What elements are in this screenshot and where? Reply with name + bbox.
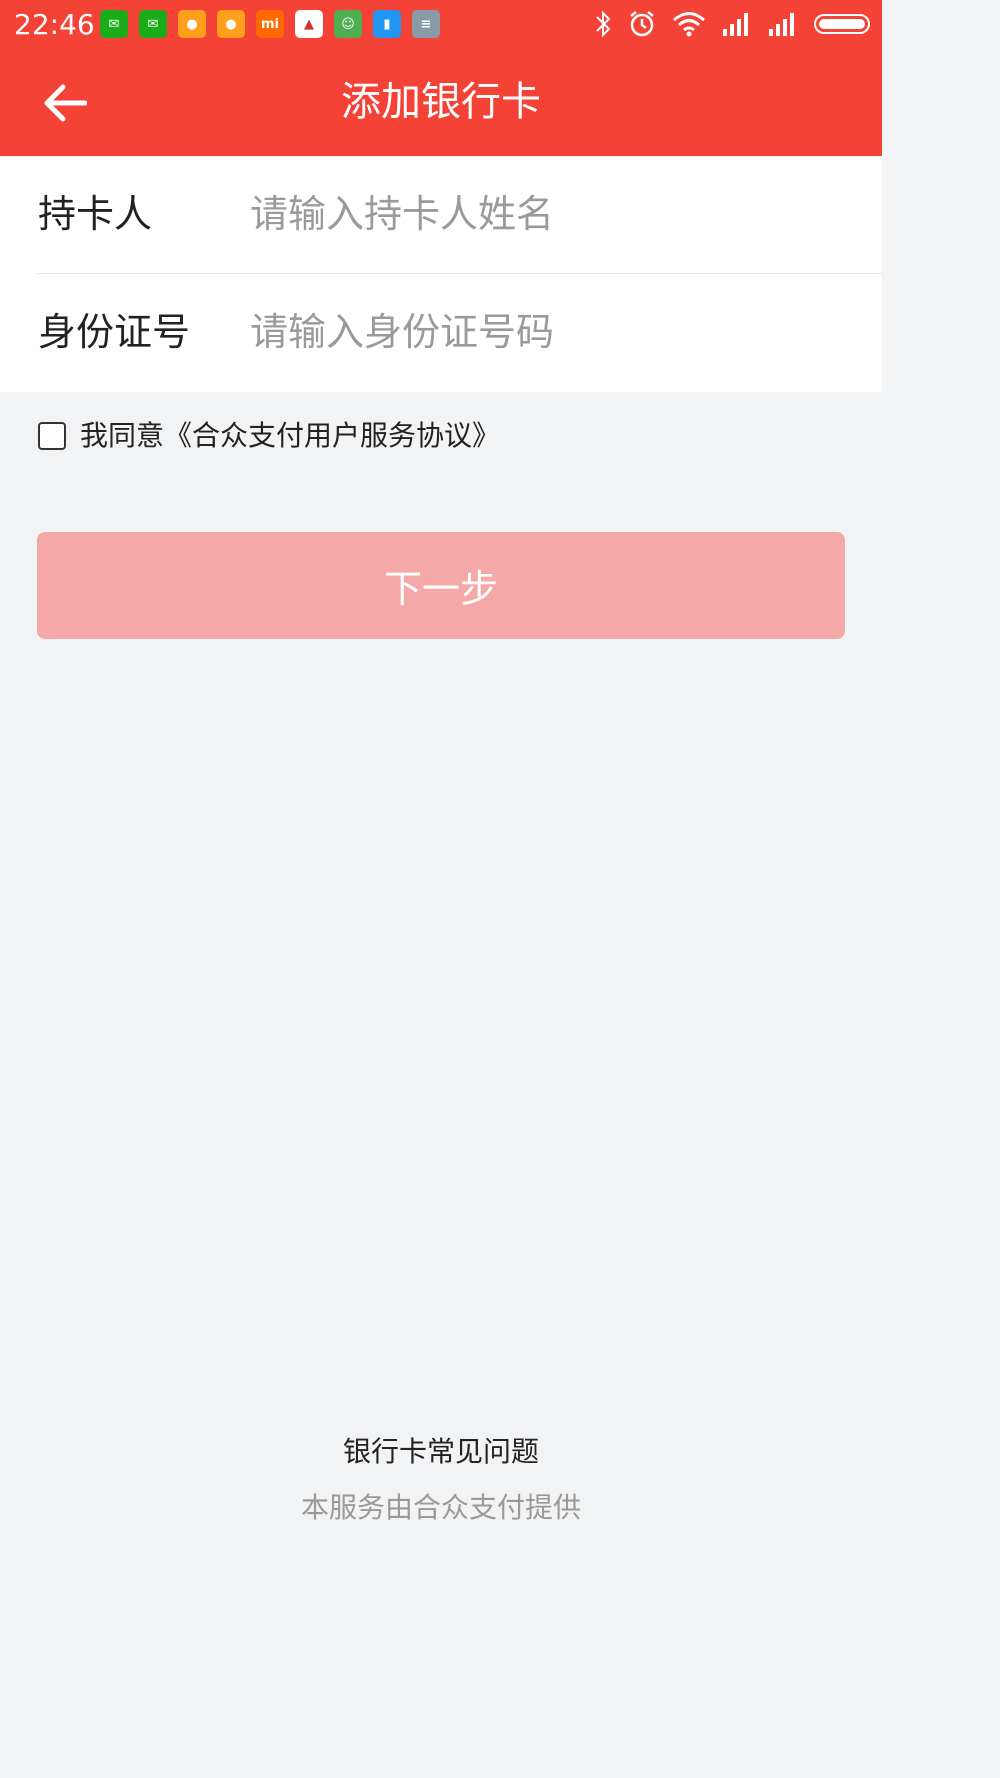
cardholder-label: 持卡人	[38, 192, 153, 236]
mi-icon: mi	[256, 10, 284, 38]
bluetooth-icon	[596, 10, 611, 38]
signal-icon	[769, 13, 794, 36]
signal-icon	[723, 13, 748, 36]
cardholder-row: 持卡人	[0, 156, 882, 274]
agreement-link[interactable]: 我同意《合众支付用户服务协议》	[80, 418, 500, 454]
battery-icon	[814, 14, 870, 34]
wechat-icon: ✉	[139, 10, 167, 38]
triangle-app-icon: ▲	[295, 10, 323, 38]
notification-icons: ✉ ✉ ● ● mi ▲ ☺ ▮ ≡	[100, 10, 440, 38]
nav-bar: 添加银行卡	[0, 50, 882, 156]
storage-icon: ≡	[412, 10, 440, 38]
card-form: 持卡人 身份证号	[0, 156, 882, 392]
android-icon: ☺	[334, 10, 362, 38]
status-time: 22:46	[14, 8, 95, 41]
wechat-icon: ✉	[100, 10, 128, 38]
id-number-label: 身份证号	[38, 310, 191, 354]
provided-by-text: 本服务由合众支付提供	[300, 1491, 581, 1524]
message-icon: ●	[217, 10, 245, 38]
message-icon: ●	[178, 10, 206, 38]
id-number-input[interactable]	[250, 302, 850, 362]
bank-card-faq-link[interactable]: 银行卡常见问题	[0, 1434, 882, 1470]
agreement-row: 我同意《合众支付用户服务协议》	[38, 418, 500, 454]
wifi-icon	[673, 12, 705, 37]
next-step-button[interactable]: 下一步	[37, 532, 845, 639]
page-title: 添加银行卡	[341, 79, 541, 125]
cardholder-name-input[interactable]	[250, 184, 850, 244]
app-icon: ▮	[373, 10, 401, 38]
app-screen: 22:46 ✉ ✉ ● ● mi ▲ ☺ ▮ ≡ 添加银行卡 持卡人 请输入持卡…	[0, 0, 882, 1778]
alarm-icon	[630, 11, 654, 37]
status-bar: 22:46 ✉ ✉ ● ● mi ▲ ☺ ▮ ≡	[0, 0, 882, 50]
system-icons	[594, 10, 870, 38]
agreement-checkbox[interactable]	[38, 422, 66, 450]
id-number-row: 身份证号	[0, 274, 882, 391]
